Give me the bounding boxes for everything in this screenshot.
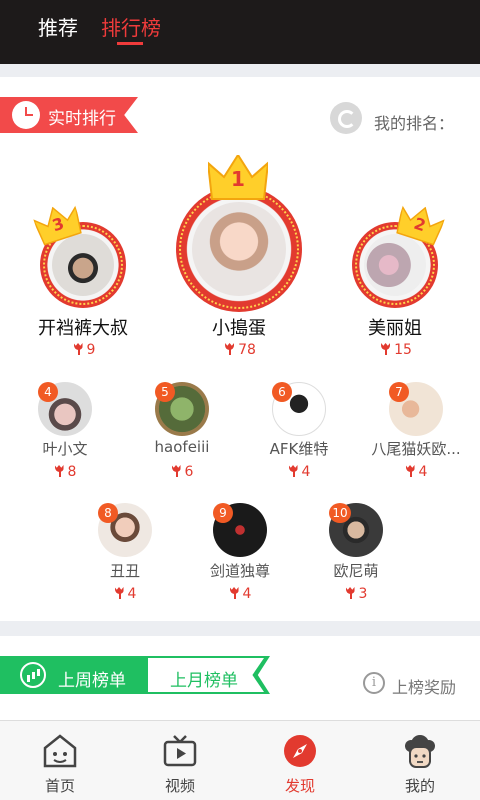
flower-icon bbox=[114, 587, 125, 599]
list-name-7: 八尾猫妖欧... bbox=[371, 440, 461, 458]
list-score-7: 4 bbox=[366, 464, 466, 480]
list-name-4: 叶小文 bbox=[42, 440, 88, 458]
home-icon bbox=[43, 734, 77, 768]
clock-icon bbox=[12, 101, 40, 129]
nav-item-home[interactable]: 首页 bbox=[0, 721, 120, 800]
rank-badge: 5 bbox=[155, 382, 175, 402]
nav-label: 首页 bbox=[44, 777, 75, 795]
podium-score-2: 15 bbox=[346, 342, 446, 358]
top-bar: 推荐 排行榜 bbox=[0, 0, 480, 64]
rank-badge: 8 bbox=[98, 503, 118, 523]
nav-item-discover[interactable]: 发现 bbox=[240, 721, 360, 800]
tab-recommend[interactable]: 推荐 bbox=[38, 12, 78, 41]
podium-avatar-1[interactable] bbox=[176, 186, 302, 312]
chart-icon bbox=[20, 662, 46, 688]
nav-item-video[interactable]: 视频 bbox=[120, 721, 240, 800]
tv-icon bbox=[163, 735, 197, 767]
flower-icon bbox=[405, 465, 416, 477]
nav-label: 视频 bbox=[164, 777, 195, 795]
list-score-4: 8 bbox=[15, 464, 115, 480]
rank-badge: 10 bbox=[329, 503, 351, 523]
podium-name-2: 美丽姐 bbox=[368, 318, 422, 339]
profile-icon bbox=[405, 735, 435, 768]
active-tab-indicator bbox=[117, 42, 143, 45]
realtime-ranking-title: 实时排行 bbox=[48, 109, 116, 129]
info-icon[interactable]: i bbox=[363, 672, 385, 694]
crown-rank: 1 bbox=[231, 167, 245, 191]
rank-badge: 4 bbox=[38, 382, 58, 402]
podium-name-3: 开裆裤大叔 bbox=[38, 318, 128, 339]
flower-icon bbox=[171, 465, 182, 477]
list-name-8: 丑丑 bbox=[109, 562, 140, 580]
flower-icon bbox=[380, 343, 391, 355]
list-name-6: AFK维特 bbox=[269, 440, 329, 458]
list-name-9: 剑道独尊 bbox=[209, 562, 270, 580]
bottom-nav: 首页 视频 发现 我的 bbox=[0, 720, 480, 800]
refresh-icon[interactable] bbox=[330, 102, 362, 134]
podium-name-1: 小搗蛋 bbox=[212, 318, 266, 339]
last-week-label: 上周榜单 bbox=[58, 671, 126, 691]
flower-icon bbox=[229, 587, 240, 599]
rank-badge: 7 bbox=[389, 382, 409, 402]
podium-score-1: 78 bbox=[190, 342, 290, 358]
podium-score-3: 9 bbox=[34, 342, 134, 358]
list-name-10: 欧尼萌 bbox=[333, 562, 379, 580]
flower-icon bbox=[73, 343, 84, 355]
compass-icon bbox=[284, 735, 316, 767]
my-rank-label: 我的排名： bbox=[374, 114, 455, 133]
flower-icon bbox=[224, 343, 235, 355]
rank-badge: 6 bbox=[272, 382, 292, 402]
flower-icon bbox=[54, 465, 65, 477]
crown-icon: 1 bbox=[208, 155, 268, 201]
rank-badge: 9 bbox=[213, 503, 233, 523]
list-score-5: 6 bbox=[132, 464, 232, 480]
tab-leaderboard[interactable]: 排行榜 bbox=[101, 12, 161, 41]
list-score-6: 4 bbox=[249, 464, 349, 480]
flower-icon bbox=[345, 587, 356, 599]
ranking-reward-link[interactable]: 上榜奖励 bbox=[392, 674, 456, 698]
list-name-5: haofeiii bbox=[154, 438, 210, 456]
list-score-10: 3 bbox=[306, 586, 406, 602]
nav-label: 我的 bbox=[404, 777, 435, 795]
avatar-ring bbox=[179, 189, 299, 309]
nav-label: 发现 bbox=[284, 777, 315, 795]
last-month-label: 上月榜单 bbox=[170, 671, 238, 691]
nav-item-profile[interactable]: 我的 bbox=[360, 721, 480, 800]
list-score-8: 4 bbox=[75, 586, 175, 602]
flower-icon bbox=[288, 465, 299, 477]
list-score-9: 4 bbox=[190, 586, 290, 602]
